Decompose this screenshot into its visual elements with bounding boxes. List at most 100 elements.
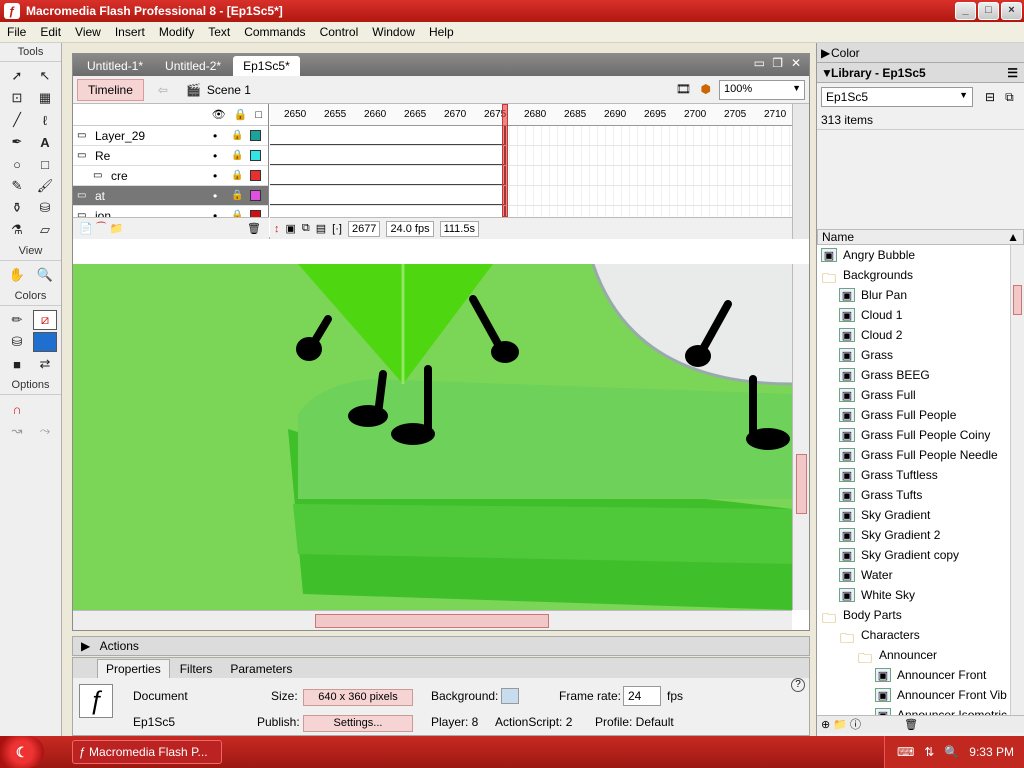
subselection-tool-icon[interactable]: ↖ — [33, 66, 57, 86]
library-select[interactable]: Ep1Sc5 ▼ — [821, 87, 973, 107]
ink-bottle-icon[interactable]: ⚱ — [5, 198, 29, 218]
library-folder[interactable]: 🗀 Characters — [817, 625, 1024, 646]
fill-color-swatch[interactable] — [33, 332, 57, 352]
layer-visibility-dot[interactable]: • — [213, 149, 217, 163]
frame-row[interactable] — [270, 126, 792, 146]
settings-button[interactable]: Settings... — [303, 715, 413, 732]
layer-visibility-dot[interactable]: • — [213, 169, 217, 183]
library-item[interactable]: ▣ Blur Pan — [817, 285, 1024, 305]
add-folder-icon[interactable]: 📁 — [110, 222, 124, 235]
sort-icon[interactable]: ▲ — [1007, 230, 1019, 244]
color-panel-header[interactable]: ▶ Color — [817, 43, 1024, 63]
layer-lock-icon[interactable]: 🔒 — [231, 150, 243, 161]
search-icon[interactable]: 🔍 — [944, 745, 959, 759]
default-colors-icon[interactable]: ■ — [5, 354, 29, 374]
timeline-button[interactable]: Timeline — [77, 78, 144, 101]
library-item[interactable]: ▣ Cloud 1 — [817, 305, 1024, 325]
stage-canvas[interactable] — [73, 264, 792, 610]
swap-colors-icon[interactable]: ⇄ — [33, 354, 57, 374]
layer-lock-icon[interactable]: 🔒 — [231, 190, 243, 201]
minimize-button[interactable]: _ — [955, 2, 976, 20]
menu-commands[interactable]: Commands — [237, 25, 312, 39]
layer-row[interactable]: ▭ Re • 🔒 — [73, 146, 268, 166]
menu-text[interactable]: Text — [201, 25, 237, 39]
name-column-header[interactable]: Name ▲ — [817, 229, 1024, 245]
maximize-button[interactable]: □ — [978, 2, 999, 20]
doc-tab-untitled-2[interactable]: Untitled-2* — [155, 56, 231, 76]
library-item[interactable]: ▣ Announcer Front Vib — [817, 685, 1024, 705]
delete-item-icon[interactable]: 🗑 — [904, 719, 918, 731]
fill-color-icon[interactable]: ⛁ — [5, 332, 29, 352]
frame-row[interactable] — [270, 166, 792, 186]
tab-properties[interactable]: Properties — [97, 659, 170, 678]
library-item[interactable]: ▣ Cloud 2 — [817, 325, 1024, 345]
edit-multiple-icon[interactable]: ▤ — [316, 222, 326, 235]
stroke-color-icon[interactable]: ✏ — [5, 310, 29, 330]
onion-outline-icon[interactable]: ⧉ — [302, 222, 310, 235]
frame-span[interactable] — [270, 126, 506, 145]
doc-tab-untitled-1[interactable]: Untitled-1* — [77, 56, 153, 76]
onion-skin-icon[interactable]: ▣ — [286, 222, 296, 235]
fill-transform-icon[interactable]: ▦ — [33, 88, 57, 108]
text-tool-icon[interactable]: A — [33, 132, 57, 152]
hand-tool-icon[interactable]: ✋ — [5, 265, 29, 285]
brush-tool-icon[interactable]: 🖌 — [33, 176, 57, 196]
menu-edit[interactable]: Edit — [33, 25, 68, 39]
add-layer-icon[interactable]: 📄 — [79, 222, 93, 235]
size-button[interactable]: 640 x 360 pixels — [303, 689, 413, 706]
layer-row[interactable]: ▭ Layer_29 • 🔒 — [73, 126, 268, 146]
delete-layer-icon[interactable]: 🗑 — [247, 222, 261, 235]
menu-file[interactable]: File — [0, 25, 33, 39]
zoom-tool-icon[interactable]: 🔍 — [33, 265, 57, 285]
library-item[interactable]: ▣ White Sky — [817, 585, 1024, 605]
timeline-scrollbar[interactable] — [792, 104, 809, 239]
vertical-scroll-thumb[interactable] — [796, 454, 807, 514]
library-folder[interactable]: 🗀 Body Parts — [817, 605, 1024, 626]
layer-row[interactable]: ▭ at • 🔒 — [73, 186, 268, 206]
library-panel-header[interactable]: ▼ Library - Ep1Sc5 ☰ — [817, 63, 1024, 83]
stroke-color-swatch[interactable]: ⧄ — [33, 310, 57, 330]
stage-horizontal-scrollbar[interactable] — [73, 610, 792, 630]
edit-symbol-icon[interactable]: ⬢ — [701, 82, 711, 96]
oval-tool-icon[interactable]: ○ — [5, 154, 29, 174]
horizontal-scroll-thumb[interactable] — [315, 614, 549, 628]
free-transform-icon[interactable]: ⊡ — [5, 88, 29, 108]
library-item[interactable]: ▣ Grass Full People Needle — [817, 445, 1024, 465]
taskbar-flash-button[interactable]: ƒ Macromedia Flash P... — [72, 740, 222, 764]
doc-tab-ep1sc5[interactable]: Ep1Sc5* — [233, 56, 300, 76]
layer-outline-color[interactable] — [250, 190, 261, 201]
library-item[interactable]: ▣ Grass BEEG — [817, 365, 1024, 385]
new-folder-icon[interactable]: 📁 — [833, 719, 847, 731]
doc-minimize-icon[interactable]: ▭ — [754, 56, 765, 70]
library-item[interactable]: ▣ Sky Gradient — [817, 505, 1024, 525]
library-folder[interactable]: 🗀 Backgrounds — [817, 265, 1024, 286]
straighten-icon[interactable]: ⤳ — [33, 421, 57, 441]
library-item[interactable]: ▣ Announcer Front — [817, 665, 1024, 685]
frame-span[interactable] — [270, 146, 506, 165]
layer-visibility-dot[interactable]: • — [213, 129, 217, 143]
layer-lock-icon[interactable]: 🔒 — [231, 130, 243, 141]
lasso-tool-icon[interactable]: ℓ — [33, 110, 57, 130]
frames-area[interactable]: 2650 2655 2660 2665 2670 2675 2680 2685 2690 2695… — [270, 104, 792, 239]
menu-window[interactable]: Window — [365, 25, 422, 39]
lock-icon[interactable]: 🔒 — [234, 108, 248, 121]
library-item[interactable]: ▣ Water — [817, 565, 1024, 585]
start-button[interactable]: ☾ — [0, 736, 44, 768]
frame-span[interactable] — [270, 166, 506, 185]
rectangle-tool-icon[interactable]: □ — [33, 154, 57, 174]
selection-tool-icon[interactable]: ➚ — [5, 66, 29, 86]
library-item[interactable]: ▣ Grass Full People Coiny — [817, 425, 1024, 445]
library-item[interactable]: ▣ Grass Tuftless — [817, 465, 1024, 485]
layer-outline-color[interactable] — [250, 150, 261, 161]
menu-modify[interactable]: Modify — [152, 25, 201, 39]
close-button[interactable]: × — [1001, 2, 1022, 20]
frame-rate-input[interactable]: 24 — [623, 686, 661, 706]
doc-restore-icon[interactable]: ❐ — [772, 56, 783, 70]
library-item[interactable]: ▣ Grass — [817, 345, 1024, 365]
layer-lock-icon[interactable]: 🔒 — [231, 170, 243, 181]
playhead[interactable] — [502, 104, 508, 217]
pencil-tool-icon[interactable]: ✎ — [5, 176, 29, 196]
library-item[interactable]: ▣ Grass Full People — [817, 405, 1024, 425]
stage-vertical-scrollbar[interactable] — [792, 264, 809, 610]
add-guide-icon[interactable]: ⁀ — [97, 222, 106, 235]
